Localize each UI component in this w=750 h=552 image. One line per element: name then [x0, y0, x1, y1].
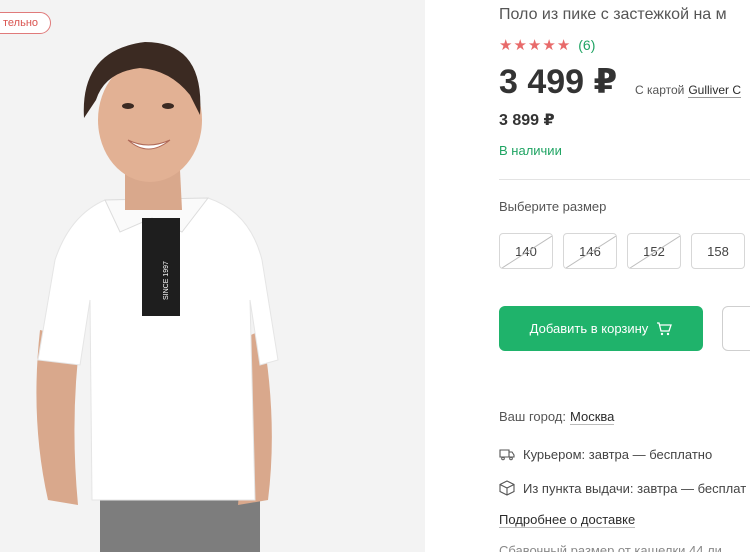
pickup-text: Из пункта выдачи: завтра — бесплат [523, 480, 747, 496]
reviews-link[interactable]: (6) [578, 37, 595, 53]
city-label: Ваш город: [499, 409, 566, 424]
add-to-cart-button[interactable]: Добавить в корзину [499, 306, 703, 351]
city-selector: Ваш город: Москва [499, 409, 615, 425]
size-option-152[interactable]: 152 [627, 233, 681, 269]
truck-icon [499, 446, 515, 462]
cutoff-text: Сбавочный размер от кашелки 44 ли [499, 543, 722, 552]
add-to-cart-label: Добавить в корзину [529, 321, 649, 336]
pickup-delivery: Из пункта выдачи: завтра — бесплат [499, 480, 746, 496]
delivery-details-link[interactable]: Подробнее о доставке [499, 512, 636, 528]
unavailable-slash-icon [629, 235, 680, 268]
current-price: 3 499 ₽ [499, 63, 618, 101]
size-option-158[interactable]: 158 [691, 233, 745, 269]
courier-text: Курьером: завтра — бесплатно [523, 446, 713, 462]
product-title: Поло из пике с застежкой на м [499, 6, 727, 23]
product-info: Поло из пике с застежкой на м ★ ★ ★ ★ ★ … [499, 0, 750, 552]
shirt-print: SINCE 1997 [163, 261, 170, 300]
divider [499, 179, 750, 180]
product-rating[interactable]: ★ ★ ★ ★ ★ (6) [499, 36, 595, 54]
star-icon: ★ [556, 37, 571, 54]
star-icon: ★ [527, 37, 542, 54]
product-photo[interactable]: SINCE 1997 тельно [0, 0, 425, 552]
courier-delivery: Курьером: завтра — бесплатно [499, 446, 712, 462]
size-option-140[interactable]: 140 [499, 233, 553, 269]
product-image: SINCE 1997 [0, 0, 425, 552]
loyalty-card-link[interactable]: Gulliver C [688, 83, 742, 98]
favorite-button[interactable] [722, 306, 750, 351]
box-icon [499, 480, 515, 496]
promo-badge: тельно [0, 12, 52, 34]
regular-price: 3 899 ₽ [499, 112, 555, 129]
loyalty-card-note: С картой Gulliver C [635, 83, 742, 98]
unavailable-slash-icon [501, 235, 552, 268]
star-icon: ★ [513, 37, 527, 54]
size-selector: 140 146 152 158 [499, 233, 750, 269]
stock-status: В наличии [499, 143, 562, 158]
city-link[interactable]: Москва [570, 409, 615, 425]
card-note-prefix: С картой [635, 83, 685, 97]
cart-icon [656, 321, 673, 336]
star-icon: ★ [542, 37, 556, 54]
size-option-146[interactable]: 146 [563, 233, 617, 269]
size-value: 158 [707, 243, 729, 259]
size-label: Выберите размер [499, 199, 607, 214]
unavailable-slash-icon [565, 235, 616, 268]
star-icon: ★ [499, 37, 513, 54]
